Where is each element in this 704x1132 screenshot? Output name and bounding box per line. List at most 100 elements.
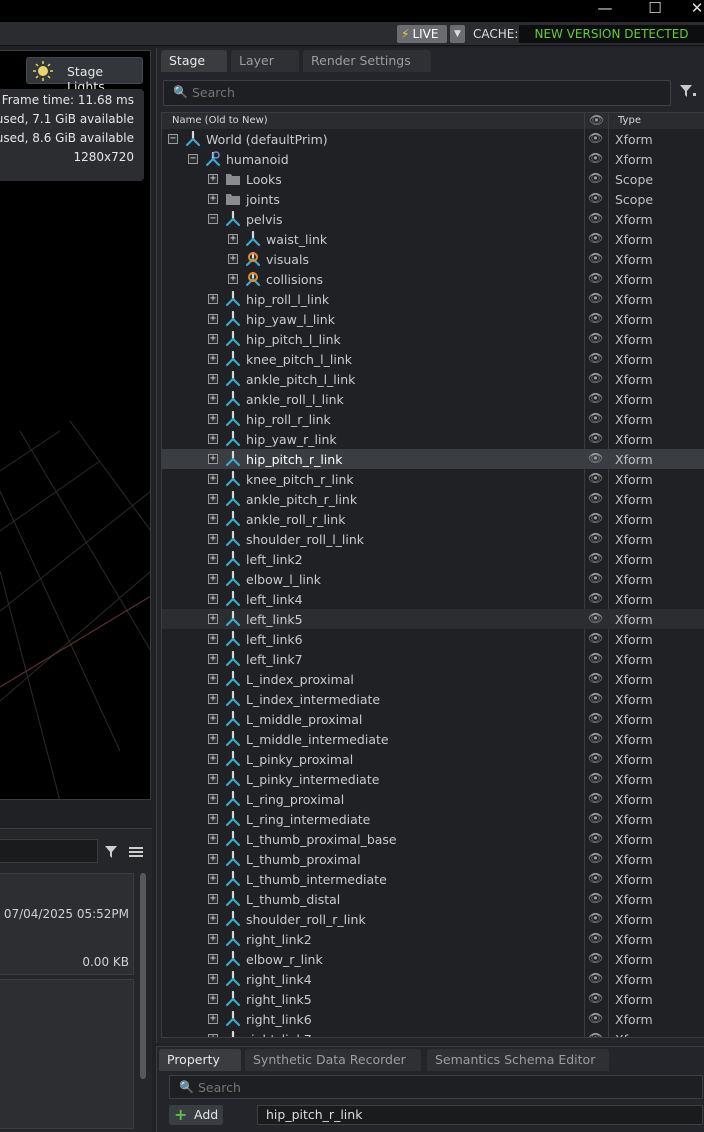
collapse-icon[interactable]: −	[168, 134, 178, 144]
expand-icon[interactable]: +	[208, 714, 218, 724]
visibility-eye-icon[interactable]: 👁	[588, 611, 603, 625]
tree-row[interactable]: + right_link7 👁 Xform	[162, 1029, 704, 1037]
property-search-input[interactable]	[198, 1080, 678, 1095]
tree-row[interactable]: + hip_roll_l_link 👁 Xform	[162, 289, 704, 309]
tab-property[interactable]: Property	[159, 1049, 241, 1071]
expand-icon[interactable]: +	[208, 494, 218, 504]
visibility-eye-icon[interactable]: 👁	[588, 471, 603, 485]
visibility-eye-icon[interactable]: 👁	[588, 751, 603, 765]
expand-icon[interactable]: +	[208, 674, 218, 684]
collapse-icon[interactable]: −	[208, 214, 218, 224]
tree-row[interactable]: + left_link4 👁 Xform	[162, 589, 704, 609]
visibility-eye-icon[interactable]: 👁	[588, 331, 603, 345]
tree-row[interactable]: + knee_pitch_l_link 👁 Xform	[162, 349, 704, 369]
visibility-eye-icon[interactable]: 👁	[588, 731, 603, 745]
tree-row[interactable]: + L_pinky_intermediate 👁 Xform	[162, 769, 704, 789]
expand-icon[interactable]: +	[208, 554, 218, 564]
visibility-eye-icon[interactable]: 👁	[588, 631, 603, 645]
visibility-eye-icon[interactable]: 👁	[588, 991, 603, 1005]
visibility-eye-icon[interactable]: 👁	[588, 151, 603, 165]
stage-search-field[interactable]: 🔍	[163, 80, 671, 106]
visibility-eye-icon[interactable]: 👁	[588, 411, 603, 425]
tree-row[interactable]: + right_link6 👁 Xform	[162, 1009, 704, 1029]
tree-row[interactable]: + ankle_pitch_l_link 👁 Xform	[162, 369, 704, 389]
visibility-eye-icon[interactable]: 👁	[588, 171, 603, 185]
tree-row[interactable]: + right_link4 👁 Xform	[162, 969, 704, 989]
expand-icon[interactable]: +	[208, 914, 218, 924]
tree-row[interactable]: − pelvis 👁 Xform	[162, 209, 704, 229]
collapse-icon[interactable]: −	[188, 154, 198, 164]
tree-row[interactable]: + L_ring_intermediate 👁 Xform	[162, 809, 704, 829]
tree-row[interactable]: + hip_yaw_r_link 👁 Xform	[162, 429, 704, 449]
visibility-eye-icon[interactable]: 👁	[588, 891, 603, 905]
minimize-icon[interactable]: —	[590, 0, 620, 16]
menu-icon[interactable]	[128, 845, 144, 859]
expand-icon[interactable]: +	[208, 814, 218, 824]
expand-icon[interactable]: +	[208, 734, 218, 744]
visibility-eye-icon[interactable]: 👁	[588, 451, 603, 465]
visibility-eye-icon[interactable]: 👁	[588, 691, 603, 705]
expand-icon[interactable]: +	[208, 594, 218, 604]
expand-icon[interactable]: +	[208, 774, 218, 784]
expand-icon[interactable]: +	[208, 694, 218, 704]
expand-icon[interactable]: +	[208, 954, 218, 964]
visibility-eye-icon[interactable]: 👁	[588, 191, 603, 205]
tree-row[interactable]: + visuals 👁 Xform	[162, 249, 704, 269]
content-search-input[interactable]	[0, 839, 98, 863]
expand-icon[interactable]: +	[228, 254, 238, 264]
tab-render-settings[interactable]: Render Settings	[303, 50, 431, 72]
tree-row[interactable]: + L_index_intermediate 👁 Xform	[162, 689, 704, 709]
add-button[interactable]: + Add	[169, 1105, 223, 1125]
visibility-eye-icon[interactable]: 👁	[588, 231, 603, 245]
expand-icon[interactable]: +	[208, 934, 218, 944]
tree-row[interactable]: + ankle_roll_r_link 👁 Xform	[162, 509, 704, 529]
stage-search-input[interactable]	[192, 85, 652, 100]
visibility-eye-icon[interactable]: 👁	[588, 711, 603, 725]
visibility-eye-icon[interactable]: 👁	[588, 851, 603, 865]
visibility-eye-icon[interactable]: 👁	[588, 811, 603, 825]
tree-row[interactable]: + left_link2 👁 Xform	[162, 549, 704, 569]
visibility-eye-icon[interactable]: 👁	[588, 831, 603, 845]
tree-row[interactable]: + hip_yaw_l_link 👁 Xform	[162, 309, 704, 329]
visibility-eye-icon[interactable]: 👁	[588, 771, 603, 785]
expand-icon[interactable]: +	[208, 1034, 218, 1037]
visibility-eye-icon[interactable]: 👁	[588, 551, 603, 565]
tree-row[interactable]: + hip_roll_r_link 👁 Xform	[162, 409, 704, 429]
tree-row[interactable]: + shoulder_roll_r_link 👁 Xform	[162, 909, 704, 929]
visibility-eye-icon[interactable]: 👁	[588, 951, 603, 965]
expand-icon[interactable]: +	[208, 834, 218, 844]
visibility-eye-icon[interactable]: 👁	[588, 971, 603, 985]
tab-semantics-schema-editor[interactable]: Semantics Schema Editor	[427, 1049, 609, 1071]
tab-stage[interactable]: Stage	[161, 50, 227, 72]
tree-row[interactable]: + Looks 👁 Scope	[162, 169, 704, 189]
tree-row[interactable]: + knee_pitch_r_link 👁 Xform	[162, 469, 704, 489]
expand-icon[interactable]: +	[208, 874, 218, 884]
property-search-field[interactable]: 🔍	[169, 1075, 703, 1099]
tree-row[interactable]: + right_link5 👁 Xform	[162, 989, 704, 1009]
tree-row[interactable]: + L_index_proximal 👁 Xform	[162, 669, 704, 689]
expand-icon[interactable]: +	[208, 394, 218, 404]
expand-icon[interactable]: +	[208, 434, 218, 444]
expand-icon[interactable]: +	[208, 654, 218, 664]
expand-icon[interactable]: +	[208, 334, 218, 344]
tree-row[interactable]: + left_link6 👁 Xform	[162, 629, 704, 649]
expand-icon[interactable]: +	[208, 854, 218, 864]
tree-row[interactable]: + right_link2 👁 Xform	[162, 929, 704, 949]
expand-icon[interactable]: +	[208, 174, 218, 184]
expand-icon[interactable]: +	[208, 614, 218, 624]
expand-icon[interactable]: +	[208, 314, 218, 324]
visibility-eye-icon[interactable]: 👁	[588, 1031, 603, 1037]
close-icon[interactable]: ✕	[682, 0, 704, 16]
expand-icon[interactable]: +	[208, 474, 218, 484]
tree-row[interactable]: + L_thumb_proximal_base 👁 Xform	[162, 829, 704, 849]
visibility-eye-icon[interactable]: 👁	[588, 931, 603, 945]
visibility-eye-icon[interactable]: 👁	[588, 531, 603, 545]
expand-icon[interactable]: +	[208, 354, 218, 364]
expand-icon[interactable]: +	[208, 574, 218, 584]
visibility-eye-icon[interactable]: 👁	[588, 351, 603, 365]
visibility-eye-icon[interactable]: 👁	[588, 571, 603, 585]
tree-row[interactable]: + L_thumb_proximal 👁 Xform	[162, 849, 704, 869]
expand-icon[interactable]: +	[208, 794, 218, 804]
expand-icon[interactable]: +	[228, 274, 238, 284]
expand-icon[interactable]: +	[208, 974, 218, 984]
